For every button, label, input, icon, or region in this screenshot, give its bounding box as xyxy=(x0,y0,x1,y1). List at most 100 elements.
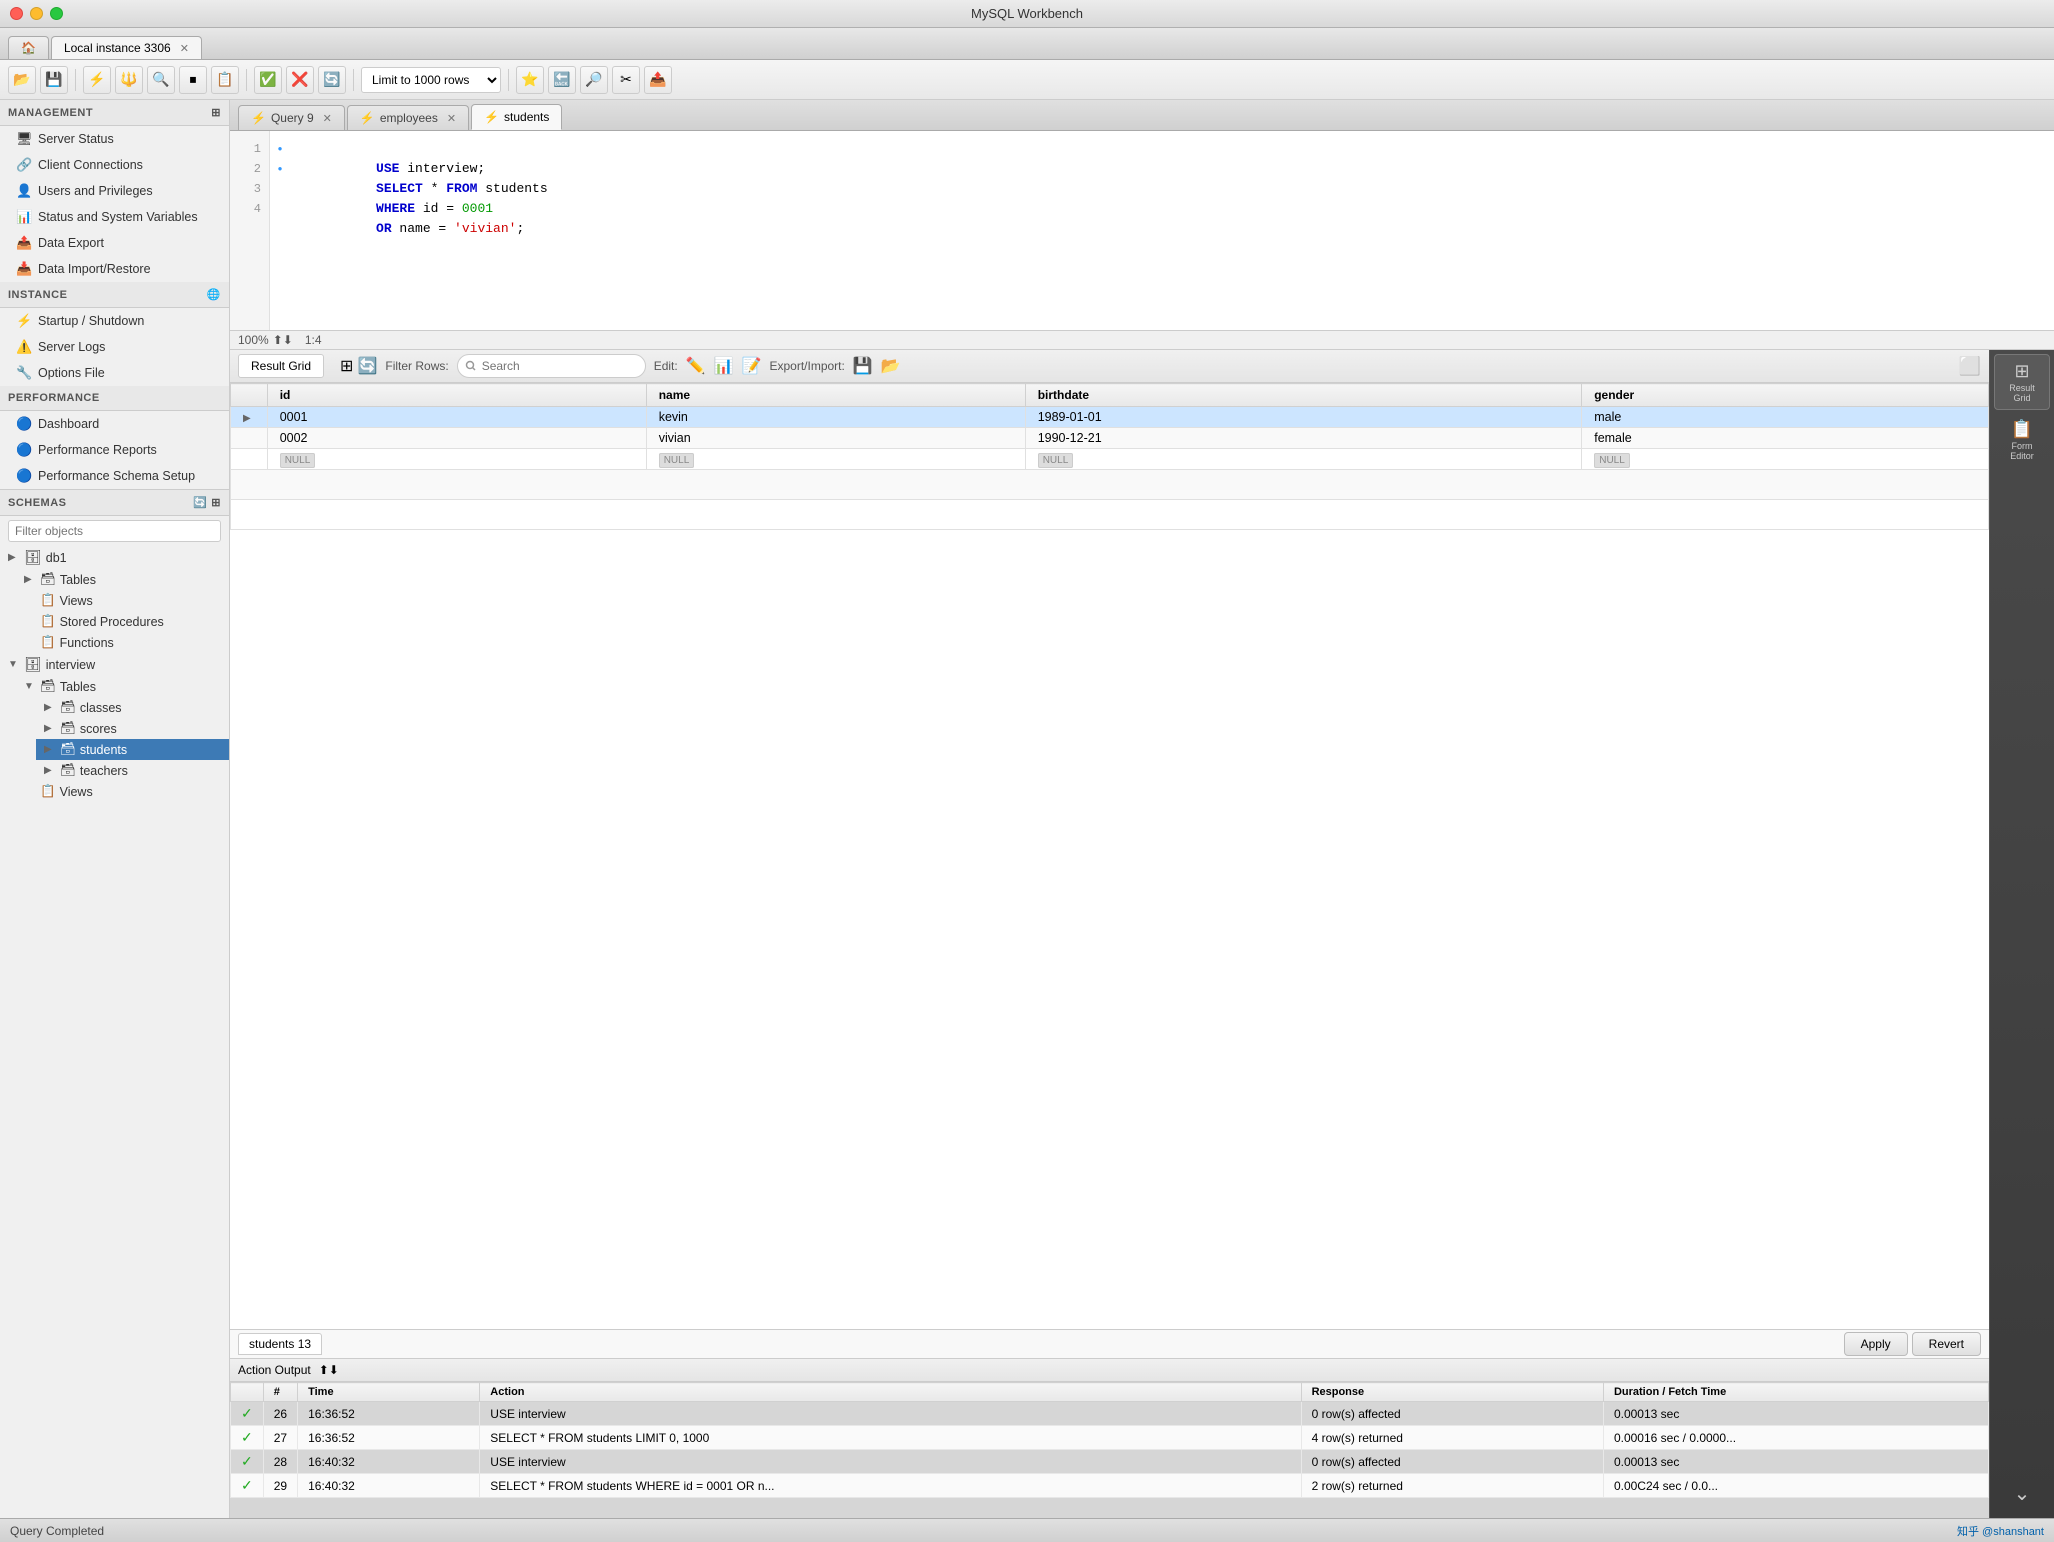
help-btn[interactable]: 📤 xyxy=(644,66,672,94)
tables-icon: 🗃 xyxy=(40,572,56,587)
sidebar-item-users-privileges[interactable]: 👤 Users and Privileges xyxy=(0,178,229,204)
execute-btn[interactable]: ⚡ xyxy=(83,66,111,94)
sidebar-item-client-connections[interactable]: 🔗 Client Connections xyxy=(0,152,229,178)
sidebar-item-data-import[interactable]: 📥 Data Import/Restore xyxy=(0,256,229,282)
action-output: Action Output ⬆⬇ # Time Action xyxy=(230,1358,1989,1518)
col-birthdate[interactable]: birthdate xyxy=(1025,384,1582,407)
query-tab-employees[interactable]: ⚡ employees ✕ xyxy=(347,105,469,130)
tree-leaf-label: teachers xyxy=(80,764,128,778)
schema-db1[interactable]: ▶ 🗄 db1 xyxy=(0,546,229,569)
table-row[interactable]: NULL NULL NULL NULL xyxy=(231,449,1989,470)
db1-functions[interactable]: 📋 Functions xyxy=(16,632,229,653)
instance-tab-close[interactable]: ✕ xyxy=(180,42,189,55)
action-table-container: # Time Action Response Duration / Fetch … xyxy=(230,1382,1989,1518)
sidebar-item-data-export[interactable]: 📤 Data Export xyxy=(0,230,229,256)
col-name[interactable]: name xyxy=(646,384,1025,407)
commit-btn[interactable]: ✅ xyxy=(254,66,282,94)
table-row[interactable]: ▶ 0001 kevin 1989-01-01 male xyxy=(231,407,1989,428)
minimize-button[interactable] xyxy=(30,7,43,20)
interview-tables[interactable]: ▼ 🗃 Tables xyxy=(16,676,229,697)
sidebar-item-dashboard[interactable]: 🔵 Dashboard xyxy=(0,411,229,437)
tree-arrow-icon: ▶ xyxy=(44,765,56,776)
sidebar-item-performance-reports[interactable]: 🔵 Performance Reports xyxy=(0,437,229,463)
col-id[interactable]: id xyxy=(267,384,646,407)
col-action: Action xyxy=(480,1383,1301,1402)
close-query9-btn[interactable]: ✕ xyxy=(323,112,332,125)
sidebar-item-server-status[interactable]: 🖥 Server Status xyxy=(0,126,229,152)
export-btn[interactable]: 📋 xyxy=(211,66,239,94)
toggle-auto-commit[interactable]: 🔄 xyxy=(318,66,346,94)
form-editor-panel-btn[interactable]: 📋 FormEditor xyxy=(1994,412,2050,468)
result-tab-students13[interactable]: students 13 xyxy=(238,1333,322,1355)
result-grid-panel-btn[interactable]: ⊞ ResultGrid xyxy=(1994,354,2050,410)
limit-rows-select[interactable]: Limit to 1000 rows xyxy=(361,67,501,93)
zoom-stepper[interactable]: ⬆⬇ xyxy=(273,333,293,347)
edit-row-btn[interactable]: 📝 xyxy=(742,356,762,376)
execute-selection-btn[interactable]: 🔱 xyxy=(115,66,143,94)
schemas-filter-input[interactable] xyxy=(8,520,221,542)
db1-views[interactable]: 📋 Views xyxy=(16,590,229,611)
sidebar-item-options-file[interactable]: 🔧 Options File xyxy=(0,360,229,386)
table-students[interactable]: ▶ 🗃 students xyxy=(36,739,229,760)
apply-button[interactable]: Apply xyxy=(1844,1332,1908,1356)
search-btn[interactable]: 🔎 xyxy=(580,66,608,94)
query-tab-query9[interactable]: ⚡ Query 9 ✕ xyxy=(238,105,345,130)
export-btn[interactable]: 💾 xyxy=(853,356,873,376)
instance-expand-icon[interactable]: 🌐 xyxy=(207,288,221,301)
sidebar-item-performance-schema[interactable]: 🔵 Performance Schema Setup xyxy=(0,463,229,489)
rollback-btn[interactable]: ❌ xyxy=(286,66,314,94)
refresh-schemas-icon[interactable]: 🔄 xyxy=(193,496,207,509)
explain-btn[interactable]: 🔍 xyxy=(147,66,175,94)
sql-content[interactable]: USE interview; SELECT * FROM students WH… xyxy=(290,131,2054,330)
schema-interview[interactable]: ▼ 🗄 interview xyxy=(0,653,229,676)
home-tab[interactable]: 🏠 xyxy=(8,36,49,59)
action-duration: 0.00C24 sec / 0.0... xyxy=(1603,1474,1988,1498)
sql-line-1: USE interview; xyxy=(298,139,2046,159)
action-sort-icon[interactable]: ⬆⬇ xyxy=(319,1363,339,1377)
action-table: # Time Action Response Duration / Fetch … xyxy=(230,1382,1989,1498)
cell-gender: female xyxy=(1582,428,1989,449)
revert-button[interactable]: Revert xyxy=(1912,1332,1981,1356)
expand-result-btn[interactable]: ⬜ xyxy=(1959,356,1981,377)
interview-views[interactable]: 📋 Views xyxy=(16,781,229,802)
table-teachers[interactable]: ▶ 🗃 teachers xyxy=(36,760,229,781)
grid-icon-btn[interactable]: ⊞ xyxy=(340,356,353,376)
table-row[interactable]: 0002 vivian 1990-12-21 female xyxy=(231,428,1989,449)
refresh-result-btn[interactable]: 🔄 xyxy=(357,356,377,376)
add-schema-icon[interactable]: ⊞ xyxy=(211,496,221,509)
action-time: 16:40:32 xyxy=(298,1474,480,1498)
instance-tab[interactable]: Local instance 3306 ✕ xyxy=(51,36,202,59)
query-tab-students[interactable]: ⚡ students xyxy=(471,104,562,130)
expand-icon[interactable]: ⊞ xyxy=(211,106,221,119)
db1-stored-procedures[interactable]: 📋 Stored Procedures xyxy=(16,611,229,632)
query-tab-label: Query 9 xyxy=(271,111,314,125)
statusbar: Query Completed 知乎 @shanshant xyxy=(0,1518,2054,1542)
open-file-btn[interactable]: 📂 xyxy=(8,66,36,94)
row-arrow xyxy=(231,428,268,449)
table-classes[interactable]: ▶ 🗃 classes xyxy=(36,697,229,718)
edit-pencil-btn[interactable]: ✏️ xyxy=(686,356,706,376)
sidebar-item-label: Data Import/Restore xyxy=(38,262,151,276)
sidebar-item-startup[interactable]: ⚡ Startup / Shutdown xyxy=(0,308,229,334)
save-btn[interactable]: 💾 xyxy=(40,66,68,94)
right-panel-chevron[interactable]: ⌄ xyxy=(2014,1481,2031,1506)
import-btn[interactable]: 📂 xyxy=(881,356,901,376)
maximize-button[interactable] xyxy=(50,7,63,20)
result-grid-btn[interactable]: Result Grid xyxy=(238,354,324,378)
db1-tables[interactable]: ▶ 🗃 Tables xyxy=(16,569,229,590)
edit-table-btn[interactable]: 📊 xyxy=(714,356,734,376)
editor-status: 100% ⬆⬇ 1:4 xyxy=(230,331,2054,350)
inspect-btn[interactable]: ⭐ xyxy=(516,66,544,94)
query-tab-icon: ⚡ xyxy=(360,111,375,125)
stop-btn[interactable]: ⏹ xyxy=(179,66,207,94)
close-employees-btn[interactable]: ✕ xyxy=(447,112,456,125)
table-scores[interactable]: ▶ 🗃 scores xyxy=(36,718,229,739)
sidebar-item-server-logs[interactable]: ⚠️ Server Logs xyxy=(0,334,229,360)
instance-tab-label: Local instance 3306 xyxy=(64,41,171,55)
back-btn[interactable]: 🔙 xyxy=(548,66,576,94)
filter-search-input[interactable] xyxy=(457,354,646,378)
snip-btn[interactable]: ✂ xyxy=(612,66,640,94)
sidebar-item-status-vars[interactable]: 📊 Status and System Variables xyxy=(0,204,229,230)
close-button[interactable] xyxy=(10,7,23,20)
col-gender[interactable]: gender xyxy=(1582,384,1989,407)
